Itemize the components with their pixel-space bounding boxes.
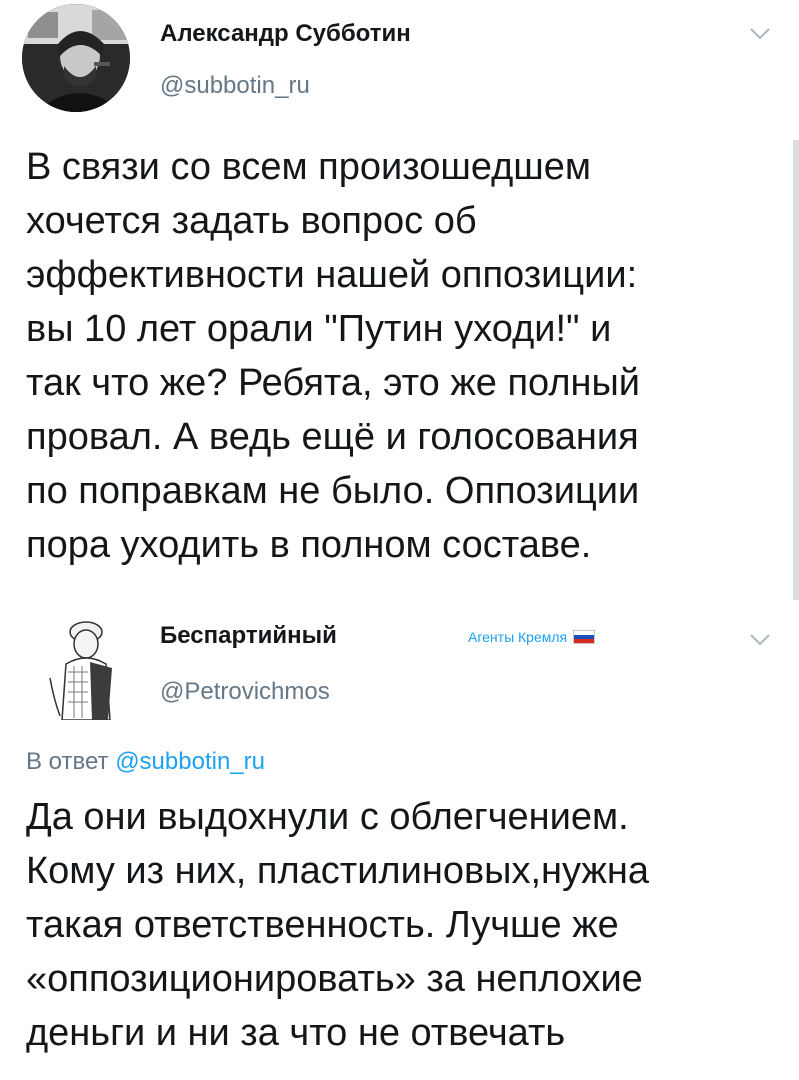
author-handle[interactable]: @subbotin_ru bbox=[160, 72, 310, 100]
author-name[interactable]: Александр Субботин bbox=[160, 20, 411, 48]
reply-author-name[interactable]: Беспартийный bbox=[160, 622, 337, 650]
chevron-down-icon[interactable] bbox=[746, 630, 774, 650]
author-avatar[interactable] bbox=[22, 4, 130, 112]
reply-prefix: В ответ bbox=[26, 748, 109, 775]
avatar-illustration bbox=[40, 608, 132, 720]
badge-label: Агенты Кремля bbox=[468, 629, 568, 645]
main-tweet: Александр Субботин @subbotin_ru В связи … bbox=[0, 0, 799, 610]
avatar-photo bbox=[22, 4, 130, 112]
reply-mention-link[interactable]: @subbotin_ru bbox=[115, 748, 265, 775]
chevron-down-icon[interactable] bbox=[746, 24, 774, 44]
tweet-text: В связи со всем произошедшем хочется зад… bbox=[26, 146, 641, 566]
reply-tweet: Беспартийный Агенты Кремля @Petrovichmos… bbox=[0, 600, 799, 1080]
author-badge: Агенты Кремля bbox=[468, 629, 596, 645]
reply-author-handle[interactable]: @Petrovichmos bbox=[160, 678, 330, 706]
reply-text: Да они выдохнули с облегчением. Кому из … bbox=[26, 796, 649, 1054]
reply-context: В ответ @subbotin_ru bbox=[26, 748, 265, 776]
reply-author-avatar[interactable] bbox=[40, 608, 132, 720]
russian-flag-icon bbox=[573, 630, 596, 644]
